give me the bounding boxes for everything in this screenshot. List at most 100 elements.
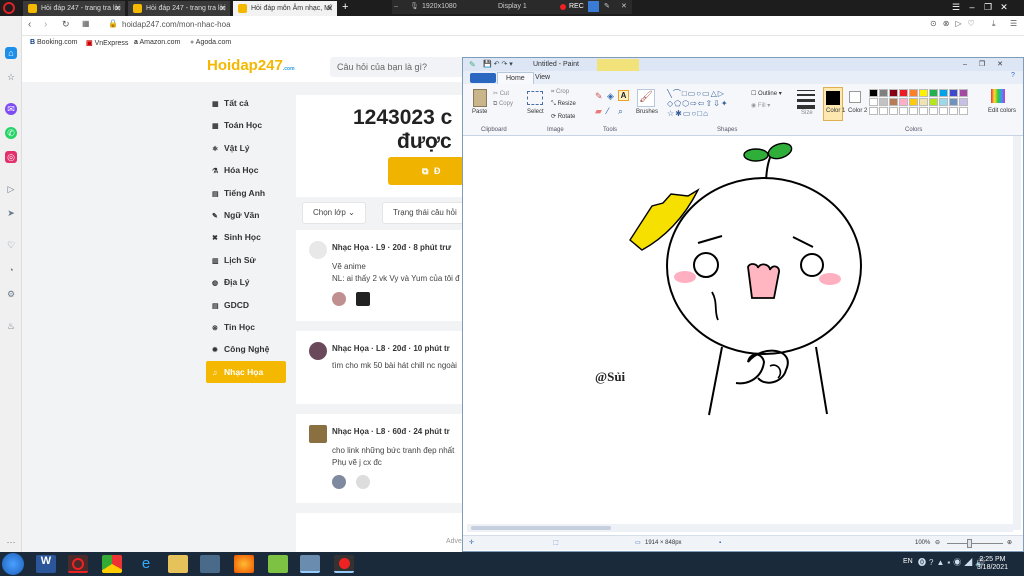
recorder-display[interactable]: Display 1 [498, 0, 527, 14]
palette-swatch[interactable] [909, 107, 918, 115]
palette-swatch[interactable] [959, 107, 968, 115]
file-explorer-icon[interactable] [168, 555, 188, 573]
magnifier-icon[interactable]: ⌕ [618, 106, 623, 117]
palette-swatch[interactable] [919, 107, 928, 115]
back-icon[interactable]: ‹ [28, 19, 31, 30]
whatsapp-icon[interactable]: ✆ [5, 127, 17, 139]
edit-colors-icon[interactable] [991, 89, 1005, 103]
sidebar-item-1[interactable]: ▦ Toán Học [206, 114, 286, 136]
zoom-out-button[interactable]: ⊖ [935, 536, 940, 551]
palette-swatch[interactable] [959, 98, 968, 106]
scroll-thumb[interactable] [471, 526, 611, 530]
vertical-scrollbar[interactable] [1013, 136, 1021, 530]
speed-dial-icon[interactable]: ☆ [5, 71, 17, 83]
sidebar-item-12[interactable]: ♫ Nhạc Họa [206, 360, 286, 384]
palette-swatch[interactable] [949, 89, 958, 97]
avatar[interactable] [356, 475, 370, 489]
browser-tab-2[interactable]: Hỏi đáp 247 - trang tra lời ✕ [128, 1, 230, 16]
palette-swatch[interactable] [919, 89, 928, 97]
resize-button[interactable]: ⤡ Resize [551, 101, 576, 108]
avatar[interactable] [332, 292, 346, 306]
text-tool-icon[interactable]: A [618, 90, 629, 101]
close-icon[interactable]: ✕ [996, 0, 1012, 14]
sidebar-item-7[interactable]: ▥ Lịch Sử [206, 249, 286, 271]
palette-swatch[interactable] [899, 98, 908, 106]
reload-icon[interactable]: ↻ [62, 19, 70, 30]
opera-taskbar-icon[interactable] [68, 555, 88, 573]
color2-swatch[interactable] [849, 91, 861, 103]
palette-swatch[interactable] [869, 98, 878, 106]
restore-icon[interactable]: ❐ [980, 0, 996, 14]
start-button[interactable] [2, 553, 24, 575]
quick-access-icons[interactable]: 💾 ↶ ↷ ▾ [483, 58, 513, 71]
horizontal-scrollbar[interactable] [467, 524, 1013, 532]
cut-button[interactable]: ✂ Cut [493, 90, 509, 97]
sidebar-item-0[interactable]: ▦ Tất cả [206, 92, 286, 114]
color-picker-icon[interactable]: ⁄ [607, 106, 609, 116]
sidebar-item-8[interactable]: ◍ Địa Lý [206, 271, 286, 293]
sidebar-item-6[interactable]: ✖ Sinh Học [206, 226, 286, 248]
palette-swatch[interactable] [929, 98, 938, 106]
menu-icon[interactable]: ☰ [1010, 19, 1017, 28]
opera-logo-icon[interactable] [3, 2, 15, 14]
palette-swatch[interactable] [879, 89, 888, 97]
avatar[interactable] [309, 241, 327, 259]
close-recorder-icon[interactable]: ✕ [621, 0, 627, 14]
download-icon[interactable]: ⤓ [992, 19, 996, 29]
sidebar-item-3[interactable]: ⚗ Hóa Học [206, 159, 286, 181]
bookmark-amazon[interactable]: a Amazon.com [134, 39, 180, 46]
color1-button[interactable] [823, 87, 843, 121]
palette-swatch[interactable] [909, 89, 918, 97]
zoom-slider[interactable] [947, 543, 1003, 544]
pencil-icon[interactable]: ✎ [595, 91, 603, 102]
palette-swatch[interactable] [889, 98, 898, 106]
bookmark-agoda[interactable]: ● Agoda.com [190, 39, 231, 46]
question-card[interactable]: Nhạc Họa · L9 · 20đ · 8 phút trư Vẽ anim… [296, 230, 464, 321]
speed-dial-icon[interactable]: ▦ [82, 19, 90, 28]
ie-icon[interactable]: e [136, 555, 156, 573]
bookmark-booking[interactable]: B Booking.com [30, 39, 77, 46]
ask-question-button[interactable]: ⧉ Đ [388, 157, 464, 185]
instagram-icon[interactable]: ◎ [5, 151, 17, 163]
status-filter-select[interactable]: Trạng thái câu hỏi [382, 202, 472, 224]
chrome-icon[interactable] [102, 555, 122, 573]
select-icon[interactable] [527, 91, 543, 105]
paste-label[interactable]: Paste [472, 109, 487, 115]
help-icon[interactable]: ? [1011, 72, 1015, 79]
crop-button[interactable]: ⌗ Crop [551, 89, 569, 96]
size-icon[interactable] [797, 90, 815, 109]
question-card[interactable]: Nhạc Họa · L8 · 20đ · 10 phút tr tìm cho… [296, 331, 464, 404]
firefox-icon[interactable] [234, 555, 254, 573]
size-label[interactable]: Size [801, 110, 813, 116]
palette-swatch[interactable] [909, 98, 918, 106]
brushes-icon[interactable]: 🖌 [637, 89, 655, 107]
bookmark-vnexpress[interactable]: ▣ VnExpress [86, 39, 128, 47]
more-icon[interactable]: ⋯ [5, 536, 17, 548]
sidebar-item-4[interactable]: ▤ Tiếng Anh [206, 182, 286, 204]
history-icon[interactable]: ◔ [5, 264, 17, 276]
heart-icon[interactable]: ♡ [5, 239, 17, 251]
palette-swatch[interactable] [929, 89, 938, 97]
stop-button[interactable] [588, 1, 599, 12]
new-tab-button[interactable]: + [342, 0, 348, 15]
site-logo[interactable]: Hoidap247.com [207, 57, 295, 74]
messenger-icon[interactable]: ✉ [5, 103, 17, 115]
color2-label[interactable]: Color 2 [848, 108, 867, 114]
palette-swatch[interactable] [939, 98, 948, 106]
palette-swatch[interactable] [899, 89, 908, 97]
palette-swatch[interactable] [869, 107, 878, 115]
palette-swatch[interactable] [899, 107, 908, 115]
class-filter-select[interactable]: Chọn lớp ⌄ [302, 202, 366, 224]
select-label[interactable]: Select [527, 109, 544, 115]
clock[interactable]: 2:25 PM 3/18/2021 [977, 556, 1008, 572]
shapes-gallery[interactable]: ╲⌒□▭○▭△▷ ◇⬠⬡⇨⇦⇧⇩✦ ☆✱▭○□⌂ [667, 89, 743, 123]
rec-button[interactable]: REC [569, 0, 584, 14]
player-icon[interactable]: ▷ [5, 183, 17, 195]
palette-swatch[interactable] [949, 107, 958, 115]
copy-button[interactable]: ⧉ Copy [493, 101, 513, 108]
paste-icon[interactable] [473, 89, 487, 107]
palette-swatch[interactable] [939, 107, 948, 115]
minimize-icon[interactable]: – [964, 0, 980, 14]
palette-swatch[interactable] [879, 107, 888, 115]
url-field[interactable]: hoidap247.com/mon-nhac-hoa [122, 20, 231, 29]
